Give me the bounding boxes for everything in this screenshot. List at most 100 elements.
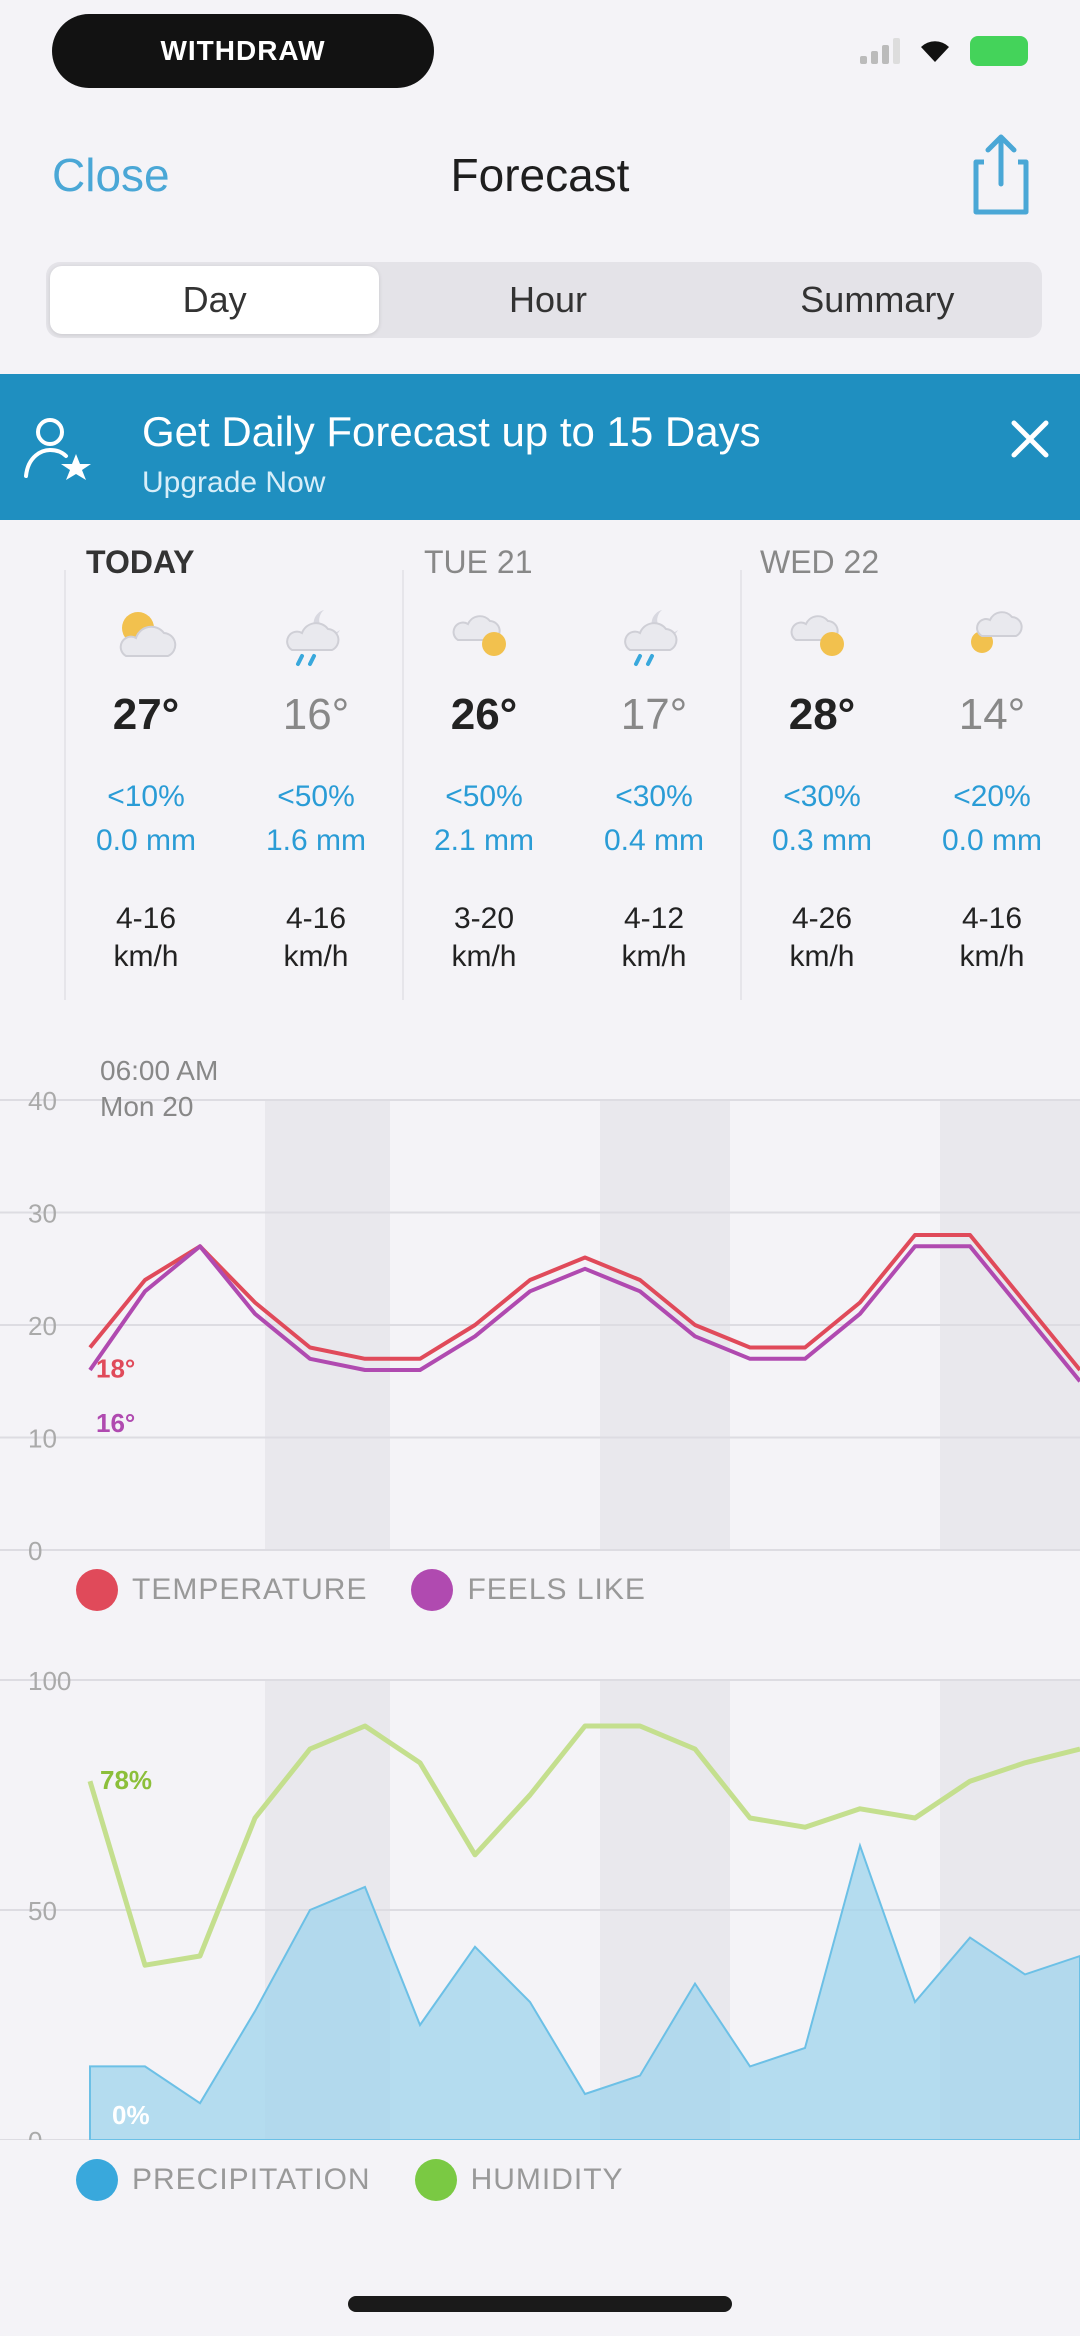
period-column[interactable]: 28° <30% 0.3 mm 4-26 km/h — [737, 600, 907, 976]
sunny-cloud-icon — [790, 615, 844, 656]
rain-chance: <30% — [783, 780, 861, 813]
wind-speed: 4-12 km/h — [569, 900, 739, 976]
rain-amount: 0.0 mm — [95, 824, 197, 857]
cellular-signal-icon — [860, 38, 900, 64]
rain-amount: 2.1 mm — [433, 824, 535, 857]
user-star-icon — [24, 418, 91, 480]
period-temperature: 26° — [450, 690, 518, 739]
legend-feels-like-label: FEELS LIKE — [467, 1573, 646, 1606]
cloudy-night-rain-icon — [286, 610, 340, 666]
humidity-legend-dot — [414, 2159, 457, 2201]
y-tick-label: 100 — [28, 1666, 71, 1696]
legend-humidity[interactable]: HUMIDITY — [414, 2159, 624, 2201]
night-cloud-icon — [971, 611, 1023, 653]
period-column[interactable]: 17° <30% 0.4 mm 4-12 km/h — [569, 600, 739, 976]
wind-speed-unit: km/h — [451, 940, 517, 973]
wifi-icon — [921, 41, 949, 62]
rain-chance: <10% — [107, 780, 185, 813]
tab-day[interactable]: Day — [50, 266, 380, 334]
share-icon[interactable] — [962, 132, 1040, 218]
feels-like-legend-dot — [411, 1569, 454, 1611]
period-column[interactable]: 26° <50% 2.1 mm 3-20 km/h — [399, 600, 569, 976]
rain-chance: <50% — [445, 780, 523, 813]
precipitation-area — [89, 1842, 1080, 2140]
page-title: Forecast — [450, 149, 630, 201]
y-tick-label: 30 — [28, 1199, 57, 1229]
close-icon — [1011, 420, 1049, 458]
y-tick-label: 10 — [28, 1424, 57, 1454]
wind-speed: 4-16 km/h — [907, 900, 1077, 976]
home-indicator — [348, 2296, 732, 2312]
wind-speed-value: 4-12 — [623, 902, 685, 935]
tab-day-label: Day — [182, 279, 247, 320]
legend-temperature[interactable]: TEMPERATURE — [76, 1569, 367, 1611]
tab-hour[interactable]: Hour — [383, 262, 712, 338]
precipitation-legend: PRECIPITATION HUMIDITY — [0, 2150, 1080, 2210]
partly-cloudy-day-icon — [119, 612, 177, 657]
wind-speed: 3-20 km/h — [399, 900, 569, 976]
temperature-chart[interactable]: 01020304006:00 AMMon 2018°16° — [0, 1040, 1080, 1570]
period-temperature: 16° — [282, 690, 350, 739]
period-temperature: 14° — [958, 690, 1026, 739]
legend-precipitation-label: PRECIPITATION — [132, 2163, 371, 2196]
rain-amount: 1.6 mm — [265, 824, 367, 857]
current-temperature-label: 18° — [96, 1354, 135, 1384]
status-bar: WITHDRAW — [0, 0, 1080, 110]
temperature-legend-dot — [76, 1569, 118, 1611]
period-column[interactable]: 27° <10% 0.0 mm 4-16 km/h — [61, 600, 231, 976]
chart-header-time: 06:00 AM — [100, 1055, 218, 1086]
tab-summary-label: Summary — [800, 279, 955, 320]
period-temperature: 17° — [620, 690, 688, 739]
current-precipitation-label: 0% — [112, 2100, 150, 2130]
banner-title: Get Daily Forecast up to 15 Days — [142, 408, 761, 455]
wind-speed-unit: km/h — [621, 940, 687, 973]
rain-amount: 0.4 mm — [603, 824, 705, 857]
precipitation-legend-dot — [76, 2159, 118, 2201]
day-label-tue: TUE 21 — [424, 544, 533, 580]
y-tick-label: 50 — [28, 1896, 57, 1926]
chart-header-date: Mon 20 — [100, 1091, 193, 1122]
close-banner-button[interactable] — [1008, 414, 1052, 470]
view-segmented-control: Day Hour Summary — [46, 262, 1042, 338]
period-temperature: 27° — [112, 690, 180, 739]
wind-speed-value: 4-16 — [115, 902, 177, 935]
daily-forecast-strip[interactable]: TODAY TUE 21 WED 22 27° <10% 0.0 mm 4-16… — [0, 530, 1080, 1000]
period-temperature: 28° — [788, 690, 856, 739]
upgrade-banner[interactable]: Get Daily Forecast up to 15 Days Upgrade… — [0, 374, 1080, 520]
y-tick-label: 40 — [28, 1086, 57, 1116]
rain-chance: <20% — [953, 780, 1031, 813]
wind-speed-value: 4-16 — [285, 902, 347, 935]
temperature-legend: TEMPERATURE FEELS LIKE — [0, 1560, 1080, 1620]
legend-feels-like[interactable]: FEELS LIKE — [411, 1569, 645, 1611]
legend-precipitation[interactable]: PRECIPITATION — [76, 2159, 371, 2201]
wind-speed-value: 4-16 — [961, 902, 1023, 935]
cloudy-night-rain-icon — [624, 610, 678, 666]
day-label-wed: WED 22 — [760, 544, 880, 580]
tab-hour-label: Hour — [508, 279, 587, 320]
period-column[interactable]: 14° <20% 0.0 mm 4-16 km/h — [907, 600, 1077, 976]
wind-speed: 4-16 km/h — [61, 900, 231, 976]
wind-speed-value: 4-26 — [791, 902, 853, 935]
rain-chance: <30% — [615, 780, 693, 813]
banner-upgrade-link[interactable]: Upgrade Now — [142, 466, 325, 500]
current-feels-like-label: 16° — [96, 1408, 135, 1438]
current-humidity-label: 78% — [100, 1765, 152, 1795]
legend-temperature-label: TEMPERATURE — [132, 1573, 368, 1606]
wind-speed: 4-26 km/h — [737, 900, 907, 976]
legend-humidity-label: HUMIDITY — [470, 2163, 624, 2196]
temperature-line — [88, 1233, 1080, 1372]
status-icons — [860, 36, 1028, 66]
precipitation-humidity-chart[interactable]: 0 50 100 78% 0% — [0, 1640, 1080, 2140]
battery-icon — [970, 36, 1028, 66]
period-column[interactable]: 16° <50% 1.6 mm 4-16 km/h — [231, 600, 401, 976]
feels-like-line — [88, 1244, 1080, 1383]
rain-amount: 0.3 mm — [771, 824, 873, 857]
day-label-today: TODAY — [86, 544, 195, 580]
tab-summary[interactable]: Summary — [713, 262, 1042, 338]
wind-speed-value: 3-20 — [453, 902, 515, 935]
wind-speed-unit: km/h — [283, 940, 349, 973]
wind-speed-unit: km/h — [959, 940, 1025, 973]
rain-chance: <50% — [277, 780, 355, 813]
status-pill-text: WITHDRAW — [160, 35, 326, 66]
sunny-cloud-icon — [452, 615, 506, 656]
